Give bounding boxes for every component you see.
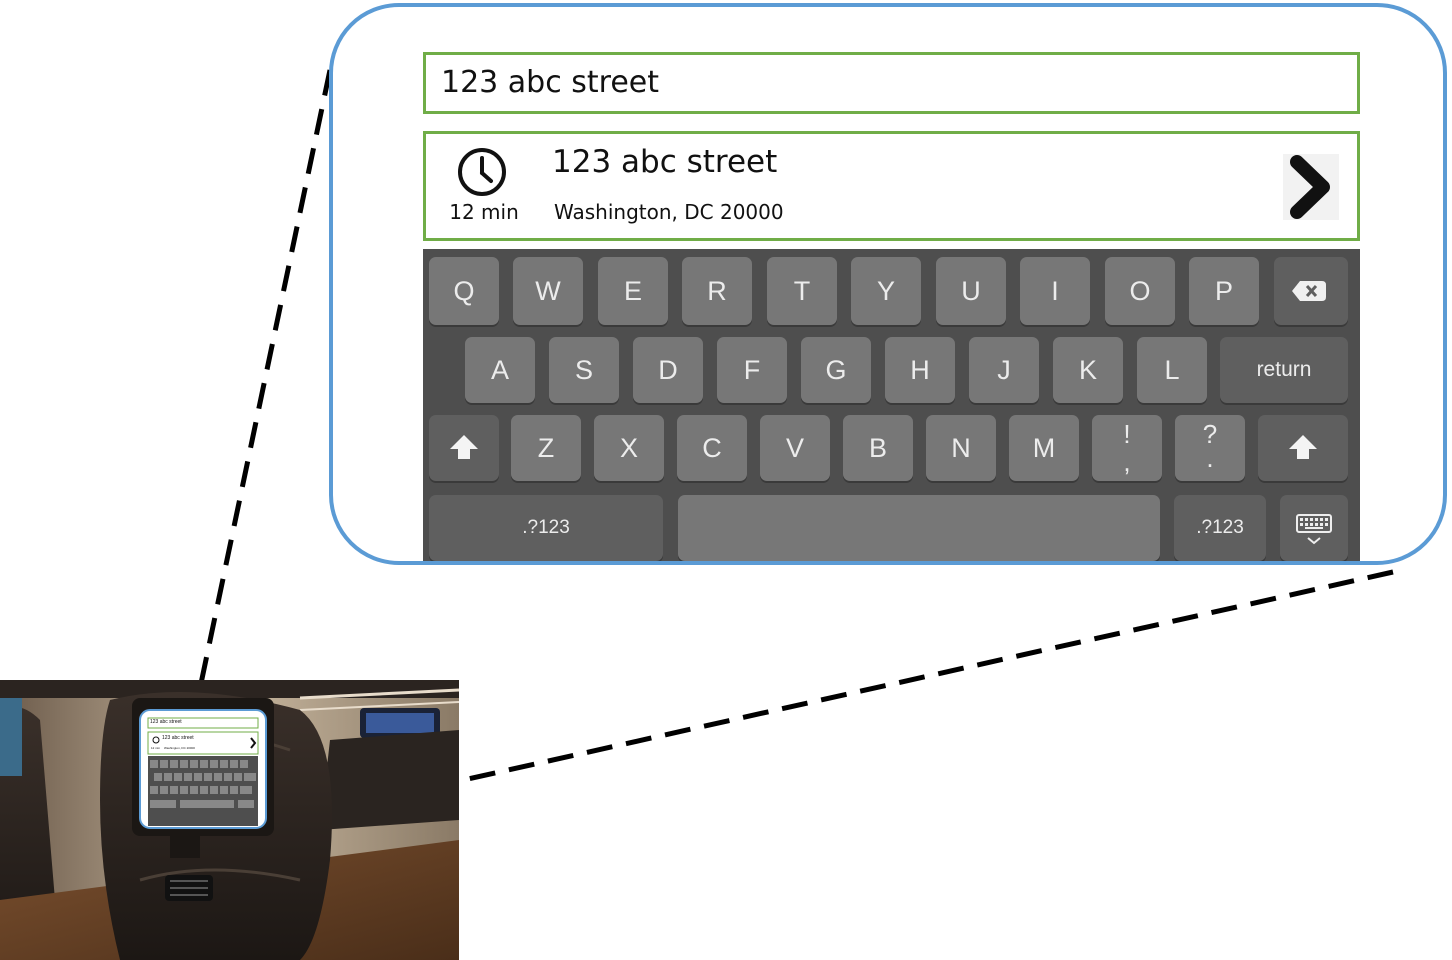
key-y[interactable]: Y — [851, 257, 921, 325]
key-x[interactable]: X — [594, 415, 664, 481]
key-r[interactable]: R — [682, 257, 752, 325]
key-m[interactable]: M — [1009, 415, 1079, 481]
thumbnail-result-eta: 12 min — [151, 746, 161, 750]
zoomed-screen-callout: 123 abc street 12 min 123 abc street Was… — [329, 3, 1447, 565]
chevron-right-icon[interactable] — [1283, 154, 1339, 220]
key-exclaim-comma[interactable]: ! , — [1092, 415, 1162, 481]
result-eta: 12 min — [449, 200, 519, 224]
key-z[interactable]: Z — [511, 415, 581, 481]
key-j[interactable]: J — [969, 337, 1039, 403]
key-k[interactable]: K — [1053, 337, 1123, 403]
key-i[interactable]: I — [1020, 257, 1090, 325]
key-h[interactable]: H — [885, 337, 955, 403]
key-q[interactable]: Q — [429, 257, 499, 325]
key-o[interactable]: O — [1105, 257, 1175, 325]
search-input[interactable]: 123 abc street — [423, 52, 1360, 114]
car-interior-illustration — [0, 680, 459, 960]
numbers-key-left[interactable]: .?123 — [429, 495, 663, 561]
shift-key-right[interactable] — [1258, 415, 1348, 481]
key-a[interactable]: A — [465, 337, 535, 403]
thumbnail-result-subtitle: Washington, DC 20000 — [164, 746, 195, 750]
key-e[interactable]: E — [598, 257, 668, 325]
key-p[interactable]: P — [1189, 257, 1259, 325]
key-n[interactable]: N — [926, 415, 996, 481]
key-l[interactable]: L — [1137, 337, 1207, 403]
key-question-period[interactable]: ? . — [1175, 415, 1245, 481]
key-period-label: . — [1206, 443, 1214, 473]
result-title: 123 abc street — [552, 144, 778, 180]
key-c[interactable]: C — [677, 415, 747, 481]
key-exclaim-label: ! — [1123, 419, 1131, 449]
shift-arrow-icon — [450, 435, 478, 459]
thumbnail-result-title: 123 abc street — [162, 735, 194, 741]
shift-key-left[interactable] — [429, 415, 499, 481]
hide-keyboard-key[interactable] — [1280, 495, 1348, 561]
key-w[interactable]: W — [513, 257, 583, 325]
backspace-key[interactable] — [1274, 257, 1348, 325]
car-interior-photo: 123 abc street 123 abc street 12 min Was… — [0, 680, 459, 960]
clock-icon — [458, 148, 506, 196]
key-f[interactable]: F — [717, 337, 787, 403]
key-u[interactable]: U — [936, 257, 1006, 325]
shift-arrow-icon — [1289, 435, 1317, 459]
search-result-row[interactable]: 12 min 123 abc street Washington, DC 200… — [423, 131, 1360, 241]
key-b[interactable]: B — [843, 415, 913, 481]
keyboard-hide-icon — [1296, 514, 1332, 545]
key-s[interactable]: S — [549, 337, 619, 403]
key-t[interactable]: T — [767, 257, 837, 325]
return-key[interactable]: return — [1220, 337, 1348, 403]
result-subtitle: Washington, DC 20000 — [554, 200, 784, 224]
key-v[interactable]: V — [760, 415, 830, 481]
thumbnail-search-text: 123 abc street — [150, 719, 182, 725]
key-g[interactable]: G — [801, 337, 871, 403]
space-bar[interactable] — [678, 495, 1160, 561]
key-comma-label: , — [1123, 447, 1131, 477]
numbers-key-right[interactable]: .?123 — [1174, 495, 1266, 561]
backspace-icon — [1292, 281, 1326, 301]
key-d[interactable]: D — [633, 337, 703, 403]
on-screen-keyboard: Q W E R T Y U I O P A S D F G H J K L re… — [423, 249, 1360, 561]
